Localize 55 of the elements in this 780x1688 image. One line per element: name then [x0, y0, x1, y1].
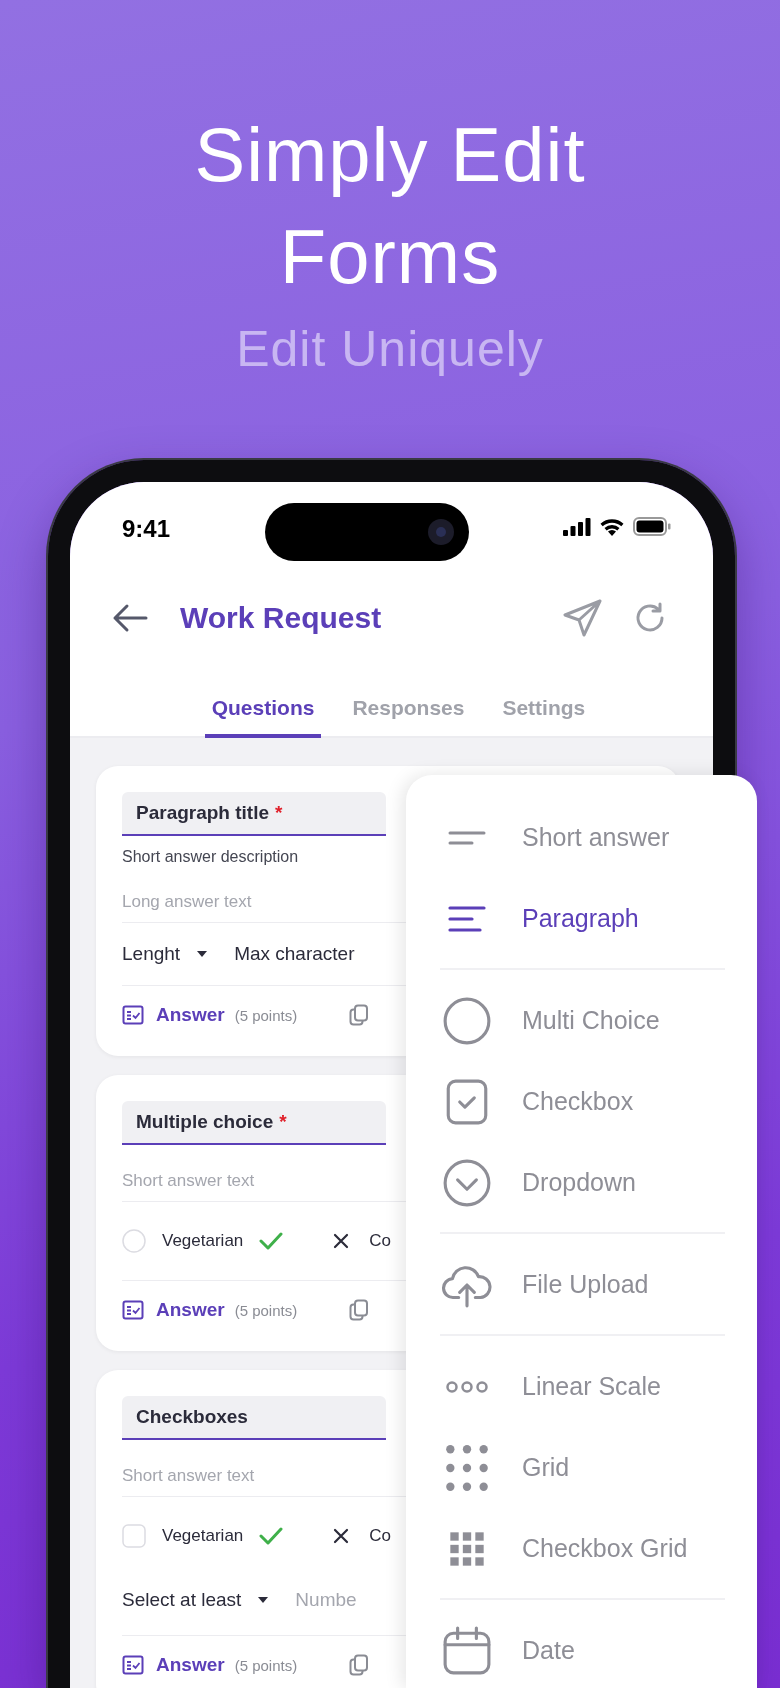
points-text: (5 points)	[234, 1656, 298, 1674]
copy-icon[interactable]	[349, 1003, 370, 1027]
question-title-field[interactable]: Paragraph title *	[122, 792, 386, 836]
radio-icon	[442, 995, 492, 1046]
calendar-icon	[442, 1625, 492, 1676]
number-field[interactable]: Numbe	[295, 1589, 357, 1611]
required-mark: *	[279, 1111, 287, 1133]
wifi-icon	[599, 517, 625, 536]
points-text: (5 points)	[234, 1006, 298, 1024]
menu-item[interactable]: Linear Scale	[406, 1346, 757, 1427]
copy-icon[interactable]	[349, 1298, 370, 1322]
points-text: (5 points)	[234, 1301, 298, 1319]
menu-item[interactable]: Checkbox	[406, 1061, 757, 1142]
question-title-field[interactable]: Checkboxes	[122, 1396, 386, 1440]
check-icon[interactable]	[259, 1527, 284, 1545]
menu-item[interactable]: Short answer	[406, 797, 757, 878]
answer-key-icon[interactable]	[122, 1300, 144, 1320]
send-icon[interactable]	[563, 599, 603, 637]
option-label: Co	[369, 1231, 392, 1251]
question-title-field[interactable]: Multiple choice *	[122, 1101, 386, 1145]
tab[interactable]: Responses	[345, 696, 472, 738]
menu-item[interactable]: Date	[406, 1610, 757, 1688]
answer-key-icon[interactable]	[122, 1005, 144, 1025]
max-character-field[interactable]: Max character	[234, 943, 355, 965]
menu-item[interactable]: Multi Choice	[406, 980, 757, 1061]
battery-icon	[633, 517, 671, 536]
back-arrow-icon[interactable]	[112, 603, 148, 633]
subheadline: Edit Uniquely	[235, 320, 545, 378]
option-label: Vegetarian	[162, 1526, 244, 1546]
option-label: Co	[369, 1526, 392, 1546]
answer-link[interactable]: Answer	[156, 1004, 225, 1026]
form-title: Work Request	[180, 601, 383, 635]
radio-button[interactable]	[122, 1229, 146, 1253]
menu-item[interactable]: Checkbox Grid	[406, 1508, 757, 1589]
minimum-dropdown[interactable]: Select at least	[122, 1589, 242, 1611]
check-icon[interactable]	[259, 1232, 284, 1250]
close-icon[interactable]	[333, 1528, 350, 1544]
required-mark: *	[275, 802, 283, 824]
length-dropdown[interactable]: Lenght	[122, 943, 181, 965]
signal-icon	[563, 517, 591, 536]
description-text: Short answer description	[122, 848, 300, 866]
copy-icon[interactable]	[349, 1653, 370, 1677]
clock-time: 9:41	[122, 515, 171, 543]
caret-icon[interactable]	[196, 950, 209, 958]
answer-link[interactable]: Answer	[156, 1299, 225, 1321]
tab[interactable]: Settings	[495, 696, 593, 738]
headline: Simply Edit Forms	[193, 111, 587, 301]
dropdown-icon	[442, 1157, 492, 1208]
option-label: Vegetarian	[162, 1231, 244, 1251]
caret-icon[interactable]	[257, 1596, 270, 1604]
menu-item[interactable]: File Upload	[406, 1244, 757, 1325]
answer-key-icon[interactable]	[122, 1655, 144, 1675]
close-icon[interactable]	[333, 1233, 350, 1249]
checkbox[interactable]	[122, 1524, 146, 1548]
answer-link[interactable]: Answer	[156, 1654, 225, 1676]
